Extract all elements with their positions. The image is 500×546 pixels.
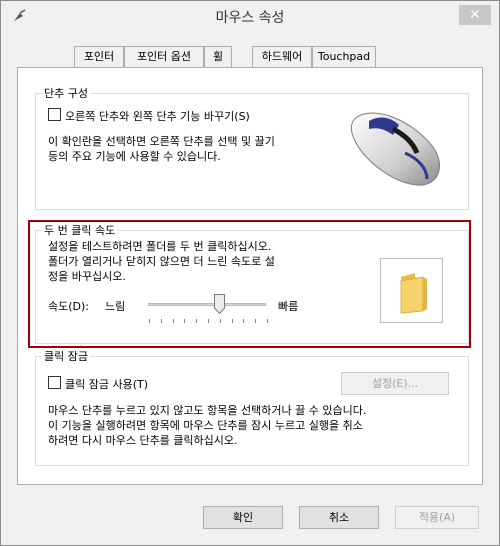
slider-tick — [267, 319, 268, 323]
click-lock-label[interactable]: 클릭 잠금 사용(T) — [65, 376, 148, 392]
slider-tick — [149, 319, 150, 323]
swap-buttons-label[interactable]: 오른쪽 단추와 왼쪽 단추 기능 바꾸기(S) — [65, 108, 250, 124]
apply-button[interactable]: 적용(A) — [395, 506, 479, 529]
click-lock-settings-button[interactable]: 설정(E)... — [341, 372, 449, 395]
slider-tick — [231, 319, 233, 323]
tab-hardware-label: 하드웨어 — [261, 50, 303, 63]
ok-button[interactable]: 확인 — [203, 506, 283, 529]
tab-touchpad-label: Touchpad — [317, 50, 371, 63]
double-click-instructions: 설정을 테스트하려면 폴더를 두 번 클릭하십시오. 폴더가 열리거나 닫히지 … — [48, 239, 368, 284]
click-lock-description: 마우스 단추를 누르고 있지 않고도 항목을 선택하거나 끌 수 있습니다. 이… — [48, 403, 468, 448]
click-lock-description-line3: 하려면 다시 마우스 단추를 클릭하십시오. — [48, 434, 238, 447]
mouse-image-icon — [350, 112, 441, 186]
close-button[interactable]: ✕ — [459, 5, 491, 25]
mouse-properties-window: 마우스 속성 ✕ 포인터 포인터 옵션 휠 하드웨어 Touchpad 단추 구… — [0, 0, 500, 546]
tab-wheel[interactable]: 휠 — [204, 46, 232, 68]
cancel-button[interactable]: 취소 — [299, 506, 379, 529]
click-lock-description-line2: 이 기능을 실행하려면 항목에 마우스 단추를 잠시 누르고 실행을 취소 — [48, 419, 363, 432]
click-lock-description-line1: 마우스 단추를 누르고 있지 않고도 항목을 선택하거나 끌 수 있습니다. — [48, 404, 367, 417]
tab-hardware[interactable]: 하드웨어 — [252, 46, 312, 68]
tab-pointer-options-label: 포인터 옵션 — [136, 50, 192, 63]
folder-icon[interactable] — [381, 259, 444, 324]
slider-tick — [172, 319, 174, 323]
slow-label: 느림 — [105, 300, 126, 313]
button-config-legend: 단추 구성 — [44, 87, 88, 100]
mouse-illustration — [335, 95, 453, 203]
close-icon: ✕ — [469, 7, 481, 23]
fast-label: 빠름 — [278, 300, 299, 313]
slider-tick — [208, 319, 209, 323]
title-bar[interactable]: 마우스 속성 ✕ — [1, 1, 499, 31]
double-click-instruction-line3: 정을 바꾸십시오. — [48, 270, 126, 283]
button-config-description: 이 확인란을 선택하면 오른쪽 단추를 선택 및 끌기 등의 주요 기능에 사용… — [48, 134, 338, 164]
tab-pointer-options[interactable]: 포인터 옵션 — [124, 46, 204, 68]
slider-tick — [243, 319, 245, 323]
tab-pointers-label: 포인터 — [83, 50, 115, 63]
click-lock-checkbox[interactable] — [48, 376, 61, 389]
double-click-instruction-line1: 설정을 테스트하려면 폴더를 두 번 클릭하십시오. — [48, 240, 272, 253]
swap-buttons-checkbox[interactable] — [48, 108, 61, 121]
double-click-instruction-line2: 폴더가 열리거나 닫히지 않으면 더 느린 속도로 설 — [48, 255, 275, 268]
tab-pointers[interactable]: 포인터 — [74, 46, 124, 68]
slider-tick — [184, 319, 186, 323]
slider-tick — [219, 319, 221, 323]
slider-tick — [160, 319, 162, 323]
double-click-legend: 두 번 클릭 속도 — [44, 224, 116, 237]
button-config-description-line1: 이 확인란을 선택하면 오른쪽 단추를 선택 및 끌기 — [48, 135, 275, 148]
click-lock-legend: 클릭 잠금 — [44, 350, 88, 363]
button-config-description-line2: 등의 주요 기능에 사용할 수 있습니다. — [48, 150, 221, 163]
tab-touchpad[interactable]: Touchpad — [312, 46, 376, 68]
slider-tick — [255, 319, 257, 323]
tab-wheel-label: 휠 — [212, 50, 224, 63]
speed-label: 속도(D): — [48, 300, 89, 313]
window-title: 마우스 속성 — [215, 10, 285, 26]
test-folder-area[interactable] — [380, 258, 443, 323]
double-click-speed-slider-thumb[interactable] — [214, 294, 226, 315]
slider-tick — [196, 319, 198, 323]
double-click-speed-track[interactable] — [148, 303, 266, 306]
